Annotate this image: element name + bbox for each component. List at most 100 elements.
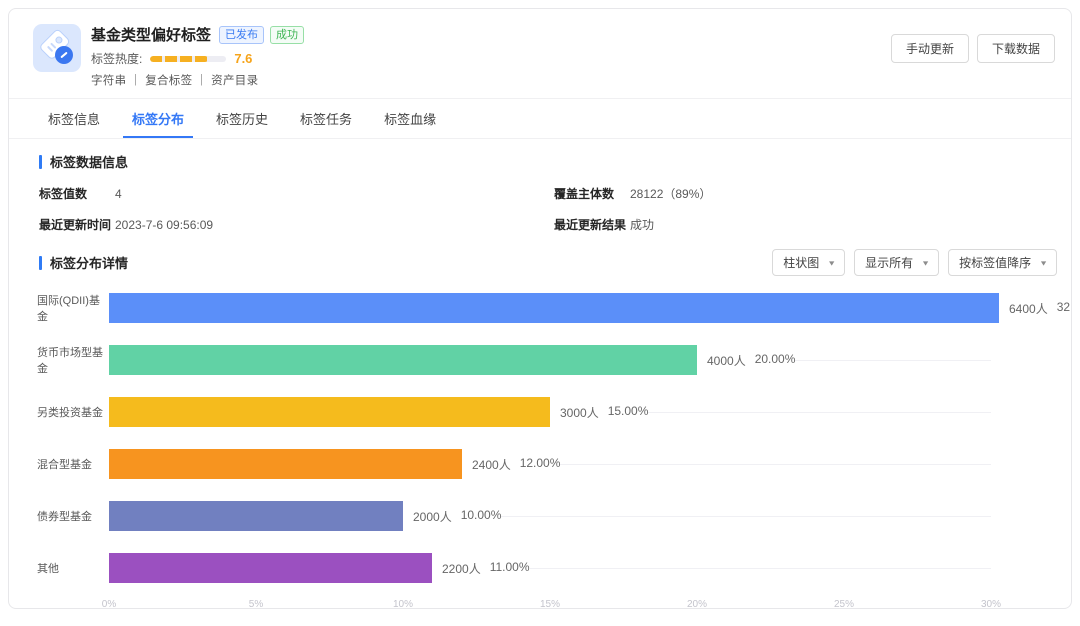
chart-row: 货币市场型基金 4000人20.00% bbox=[9, 334, 1071, 386]
info-field: 最近更新时间2023-7-6 09:56:09 bbox=[39, 217, 554, 233]
bar[interactable] bbox=[109, 345, 697, 375]
heat-meter bbox=[150, 56, 226, 62]
grid-lead-line bbox=[795, 360, 991, 361]
info-field-value: 2023-7-6 09:56:09 bbox=[115, 217, 213, 233]
chevron-down-icon: ▼ bbox=[827, 259, 836, 267]
distribution-bar-chart: 国际(QDII)基金6400人32.00%货币市场型基金4000人20.00%另… bbox=[9, 282, 1071, 594]
display-filter-select[interactable]: 显示所有 ▼ bbox=[854, 249, 939, 276]
bar-value-label: 2400人 12.00% bbox=[472, 456, 560, 473]
heat-label: 标签热度: bbox=[91, 50, 142, 67]
status-badges: 已发布成功 bbox=[219, 26, 304, 44]
tab-标签血缘[interactable]: 标签血缘 bbox=[375, 99, 445, 138]
plot-area: 2000人 10.00% bbox=[109, 501, 991, 531]
info-grid: 标签值数4覆盖主体数28122（89%）最近更新时间2023-7-6 09:56… bbox=[39, 186, 1041, 233]
chart-row: 债券型基金 2000人 10.00% bbox=[9, 490, 1071, 542]
info-field-value: 4 bbox=[115, 186, 122, 202]
bar-value-label: 3000人 15.00% bbox=[560, 404, 648, 421]
tag-data-info-section: 标签数据信息 标签值数4覆盖主体数28122（89%）最近更新时间2023-7-… bbox=[9, 139, 1071, 237]
info-field-value: 28122（89%） bbox=[630, 186, 711, 202]
bar-count-label: 6400人 bbox=[1009, 300, 1048, 317]
tab-bar: 标签信息标签分布标签历史标签任务标签血缘 bbox=[9, 99, 1071, 139]
tag-meta: 字符串 ｜ 复合标签 ｜ 资产目录 bbox=[91, 72, 304, 88]
heat-value: 7.6 bbox=[234, 51, 252, 66]
chart-type-select[interactable]: 柱状图 ▼ bbox=[772, 249, 845, 276]
section-title-distribution: 标签分布详情 bbox=[50, 253, 128, 272]
select-value: 柱状图 bbox=[783, 254, 819, 271]
category-label: 债券型基金 bbox=[37, 508, 109, 524]
bar-value-label: 2200人 11.00% bbox=[442, 560, 530, 577]
plot-area: 3000人 15.00% bbox=[109, 397, 991, 427]
grid-lead-line bbox=[501, 516, 991, 517]
bar-percent-label: 12.00% bbox=[520, 456, 561, 473]
bar-count-label: 2000人 bbox=[413, 508, 452, 525]
chart-row: 国际(QDII)基金 6400人 32.00% bbox=[9, 282, 1071, 334]
axis-tick: 0% bbox=[102, 599, 116, 609]
info-field-label: 覆盖主体数 bbox=[554, 186, 630, 202]
axis-tick: 5% bbox=[249, 599, 263, 609]
tag-icon bbox=[33, 24, 81, 72]
info-field: 标签值数4 bbox=[39, 186, 554, 202]
info-field-label: 最近更新时间 bbox=[39, 217, 115, 233]
axis-tick: 10% bbox=[393, 599, 413, 609]
grid-lead-line bbox=[530, 568, 991, 569]
select-value: 按标签值降序 bbox=[959, 254, 1031, 271]
header-actions: 手动更新下载数据 bbox=[891, 24, 1055, 63]
axis-tick: 30% bbox=[981, 599, 1001, 609]
tab-标签信息[interactable]: 标签信息 bbox=[39, 99, 109, 138]
axis-tick: 25% bbox=[834, 599, 854, 609]
plot-area: 6400人32.00% bbox=[109, 293, 991, 323]
sort-order-select[interactable]: 按标签值降序 ▼ bbox=[948, 249, 1057, 276]
bar-value-label: 6400人 32.00% bbox=[1009, 300, 1072, 317]
section-marker bbox=[39, 155, 42, 169]
info-field: 覆盖主体数28122（89%） bbox=[554, 186, 1041, 202]
tag-detail-card: 基金类型偏好标签 已发布成功 标签热度: 7.6 字符串 ｜ 复合标签 ｜ 资产… bbox=[8, 8, 1072, 609]
bar-percent-label: 10.00% bbox=[461, 508, 502, 525]
bar-percent-label: 15.00% bbox=[608, 404, 649, 421]
bar[interactable] bbox=[109, 501, 403, 531]
chart-row: 其他2200人11.00% bbox=[9, 542, 1071, 594]
bar-value-label: 2000人 10.00% bbox=[413, 508, 501, 525]
category-label: 另类投资基金 bbox=[37, 404, 109, 420]
manual-update-button[interactable]: 手动更新 bbox=[891, 34, 969, 63]
select-value: 显示所有 bbox=[865, 254, 913, 271]
section-title-data-info: 标签数据信息 bbox=[50, 152, 128, 171]
info-field: 最近更新结果成功 bbox=[554, 217, 1041, 233]
status-badge: 成功 bbox=[270, 26, 304, 44]
plot-area: 4000人20.00% bbox=[109, 345, 991, 375]
bar-percent-label: 32.00% bbox=[1057, 300, 1072, 317]
tab-标签历史[interactable]: 标签历史 bbox=[207, 99, 277, 138]
page-title: 基金类型偏好标签 bbox=[91, 24, 211, 45]
bar[interactable] bbox=[109, 449, 462, 479]
category-label: 混合型基金 bbox=[37, 456, 109, 472]
info-field-value: 成功 bbox=[630, 217, 654, 233]
download-data-button[interactable]: 下载数据 bbox=[977, 34, 1055, 63]
axis-tick: 15% bbox=[540, 599, 560, 609]
bar-count-label: 2200人 bbox=[442, 560, 481, 577]
bar-count-label: 3000人 bbox=[560, 404, 599, 421]
section-marker bbox=[39, 256, 42, 270]
axis-tick: 20% bbox=[687, 599, 707, 609]
grid-lead-line bbox=[560, 464, 991, 465]
bar-percent-label: 11.00% bbox=[490, 560, 530, 577]
tab-标签任务[interactable]: 标签任务 bbox=[291, 99, 361, 138]
bar-count-label: 4000人 bbox=[707, 352, 746, 369]
chart-controls: 柱状图 ▼ 显示所有 ▼ 按标签值降序 ▼ bbox=[772, 249, 1057, 276]
plot-area: 2200人 11.00% bbox=[109, 553, 991, 583]
chart-row: 另类投资基金 3000人 15.00% bbox=[9, 386, 1071, 438]
category-label: 国际(QDII)基金 bbox=[37, 292, 109, 324]
bar-count-label: 2400人 bbox=[472, 456, 511, 473]
tab-标签分布[interactable]: 标签分布 bbox=[123, 99, 193, 138]
chart-row: 混合型基金 2400人 12.00% bbox=[9, 438, 1071, 490]
bar-value-label: 4000人20.00% bbox=[707, 352, 795, 369]
category-label: 货币市场型基金 bbox=[37, 344, 109, 376]
bar[interactable] bbox=[109, 293, 999, 323]
bar[interactable] bbox=[109, 397, 550, 427]
page-header: 基金类型偏好标签 已发布成功 标签热度: 7.6 字符串 ｜ 复合标签 ｜ 资产… bbox=[9, 9, 1071, 99]
chevron-down-icon: ▼ bbox=[921, 259, 930, 267]
plot-area: 2400人 12.00% bbox=[109, 449, 991, 479]
distribution-header: 标签分布详情 柱状图 ▼ 显示所有 ▼ 按标签值降序 ▼ bbox=[9, 237, 1071, 276]
bar[interactable] bbox=[109, 553, 432, 583]
chevron-down-icon: ▼ bbox=[1039, 259, 1048, 267]
x-axis: 0%5%10%15%20%25%30% bbox=[109, 596, 991, 609]
status-badge: 已发布 bbox=[219, 26, 264, 44]
